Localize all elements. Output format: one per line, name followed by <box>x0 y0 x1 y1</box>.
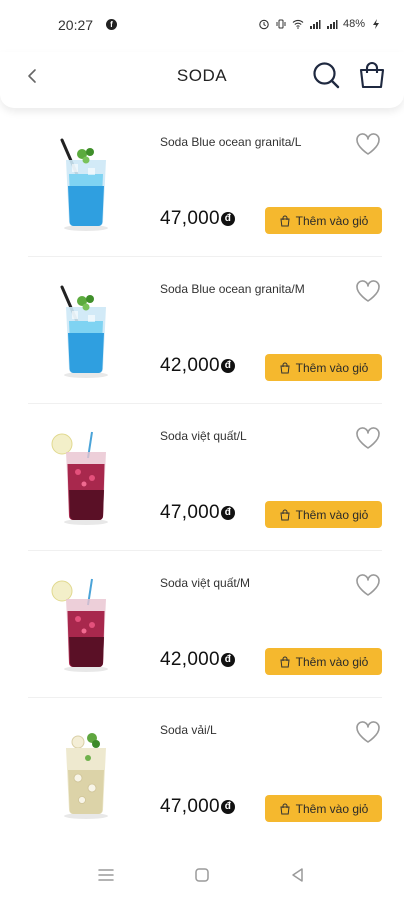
blue-soda-drink-image <box>60 138 108 231</box>
product-name: Soda việt quất/M <box>160 576 251 590</box>
currency-symbol: đ <box>220 800 235 814</box>
add-to-cart-button[interactable]: Thêm vào giỏ <box>265 648 382 675</box>
status-bar: 20:27 f 48% <box>0 0 404 52</box>
product-price: 47,000 đ <box>160 208 235 230</box>
favorite-button[interactable] <box>354 718 382 746</box>
app-header: SODA <box>0 52 404 108</box>
product-card[interactable]: Soda việt quất/M 42,000 đ Thêm vào giỏ <box>28 551 382 698</box>
shopping-bag-icon <box>280 509 290 520</box>
product-name: Soda Blue ocean granita/M <box>160 282 305 296</box>
product-list: Soda Blue ocean granita/L 47,000 đ Thêm v… <box>0 110 404 845</box>
blueberry-soda-drink-image <box>51 578 108 672</box>
back-triangle-icon <box>292 868 303 882</box>
status-icons: 48% <box>258 16 382 32</box>
search-icon <box>313 62 340 89</box>
shopping-bag-icon <box>359 62 385 89</box>
blue-soda-drink-image <box>60 285 108 378</box>
price-value: 42,000 <box>160 649 220 670</box>
wifi-icon <box>292 19 304 29</box>
status-time: 20:27 <box>58 17 94 33</box>
product-name: Soda Blue ocean granita/L <box>160 135 302 149</box>
signal-icon <box>326 20 338 29</box>
add-to-cart-button[interactable]: Thêm vào giỏ <box>265 354 382 381</box>
page-title: SODA <box>176 66 228 85</box>
currency-symbol: đ <box>220 212 235 226</box>
vibrate-icon <box>276 19 286 29</box>
product-price: 42,000 đ <box>160 355 235 377</box>
add-to-cart-label: Thêm vào giỏ <box>295 507 369 522</box>
product-name: Soda vải/L <box>160 723 217 737</box>
battery-level: 48% <box>342 18 365 30</box>
product-card[interactable]: Soda Blue ocean granita/L 47,000 đ Thêm v… <box>28 110 382 257</box>
heart-icon <box>356 280 380 302</box>
currency-symbol: đ <box>220 653 235 667</box>
menu-icon <box>98 869 114 881</box>
home-square-icon <box>195 868 209 882</box>
product-price: 42,000 đ <box>160 649 235 671</box>
blueberry-soda-drink-image <box>51 431 108 525</box>
price-value: 47,000 <box>160 502 220 523</box>
favorite-button[interactable] <box>354 571 382 599</box>
signal-icon <box>309 20 321 29</box>
price-value: 47,000 <box>160 796 220 817</box>
alarm-icon <box>259 19 269 30</box>
battery-icon <box>373 19 379 29</box>
search-button[interactable] <box>310 59 342 91</box>
lychee-soda-drink-image <box>64 733 108 819</box>
price-value: 42,000 <box>160 355 220 376</box>
add-to-cart-label: Thêm vào giỏ <box>295 654 369 669</box>
product-price: 47,000 đ <box>160 502 235 524</box>
recent-apps-button[interactable] <box>96 865 116 885</box>
favorite-button[interactable] <box>354 277 382 305</box>
favorite-button[interactable] <box>354 424 382 452</box>
home-button[interactable] <box>192 865 212 885</box>
heart-icon <box>356 427 380 449</box>
heart-icon <box>356 721 380 743</box>
shopping-bag-icon <box>280 656 290 667</box>
add-to-cart-button[interactable]: Thêm vào giỏ <box>265 795 382 822</box>
product-card[interactable]: Soda vải/L 47,000 đ Thêm vào giỏ <box>28 698 382 845</box>
product-price: 47,000 đ <box>160 796 235 818</box>
facebook-notification-icon: f <box>106 19 117 30</box>
heart-icon <box>356 574 380 596</box>
add-to-cart-button[interactable]: Thêm vào giỏ <box>265 501 382 528</box>
system-navigation-bar <box>0 850 404 900</box>
currency-symbol: đ <box>220 506 235 520</box>
shopping-bag-icon <box>280 803 290 814</box>
add-to-cart-label: Thêm vào giỏ <box>295 801 369 816</box>
product-card[interactable]: Soda việt quất/L 47,000 đ Thêm vào giỏ <box>28 404 382 551</box>
shopping-bag-icon <box>280 362 290 373</box>
system-back-button[interactable] <box>288 865 308 885</box>
product-name: Soda việt quất/L <box>160 429 247 443</box>
product-card[interactable]: Soda Blue ocean granita/M 42,000 đ Thêm v… <box>28 257 382 404</box>
heart-icon <box>356 133 380 155</box>
shopping-bag-icon <box>280 215 290 226</box>
price-value: 47,000 <box>160 208 220 229</box>
cart-button[interactable] <box>356 59 388 91</box>
add-to-cart-button[interactable]: Thêm vào giỏ <box>265 207 382 234</box>
favorite-button[interactable] <box>354 130 382 158</box>
currency-symbol: đ <box>220 359 235 373</box>
add-to-cart-label: Thêm vào giỏ <box>295 213 369 228</box>
add-to-cart-label: Thêm vào giỏ <box>295 360 369 375</box>
